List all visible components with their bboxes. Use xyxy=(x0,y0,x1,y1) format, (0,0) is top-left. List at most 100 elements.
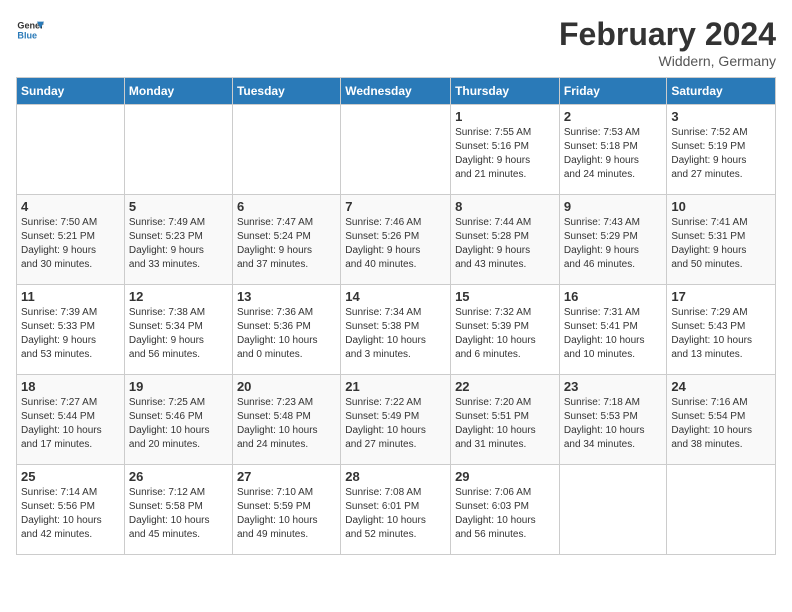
logo: General Blue xyxy=(16,16,44,44)
day-number: 9 xyxy=(564,199,663,214)
day-number: 6 xyxy=(237,199,336,214)
calendar-cell: 1 Sunrise: 7:55 AM Sunset: 5:16 PM Daylig… xyxy=(451,105,560,195)
calendar-cell: 8 Sunrise: 7:44 AM Sunset: 5:28 PM Daylig… xyxy=(451,195,560,285)
day-header-saturday: Saturday xyxy=(667,78,776,105)
calendar-cell: 24 Sunrise: 7:16 AM Sunset: 5:54 PM Dayli… xyxy=(667,375,776,465)
cell-info: Sunrise: 7:31 AM Sunset: 5:41 PM Dayligh… xyxy=(564,306,663,362)
day-number: 15 xyxy=(455,289,555,304)
day-number: 8 xyxy=(455,199,555,214)
cell-info: Sunrise: 7:25 AM Sunset: 5:46 PM Dayligh… xyxy=(129,396,228,452)
day-number: 27 xyxy=(237,469,336,484)
cell-info: Sunrise: 7:06 AM Sunset: 6:03 PM Dayligh… xyxy=(455,486,555,542)
calendar-cell: 21 Sunrise: 7:22 AM Sunset: 5:49 PM Dayli… xyxy=(341,375,451,465)
day-number: 28 xyxy=(345,469,446,484)
cell-info: Sunrise: 7:55 AM Sunset: 5:16 PM Dayligh… xyxy=(455,126,555,182)
calendar-week-row: 18 Sunrise: 7:27 AM Sunset: 5:44 PM Dayli… xyxy=(17,375,776,465)
calendar-cell: 5Sunrise: 7:49 AM Sunset: 5:23 PM Daylig… xyxy=(124,195,232,285)
day-header-monday: Monday xyxy=(124,78,232,105)
calendar-cell: 2 Sunrise: 7:53 AM Sunset: 5:18 PM Daylig… xyxy=(559,105,667,195)
calendar-cell xyxy=(341,105,451,195)
calendar-week-row: 11 Sunrise: 7:39 AM Sunset: 5:33 PM Dayli… xyxy=(17,285,776,375)
calendar-cell: 6 Sunrise: 7:47 AM Sunset: 5:24 PM Daylig… xyxy=(232,195,340,285)
day-number: 12 xyxy=(129,289,228,304)
calendar-cell xyxy=(124,105,232,195)
calendar-cell: 7Sunrise: 7:46 AM Sunset: 5:26 PM Daylig… xyxy=(341,195,451,285)
cell-info: Sunrise: 7:52 AM Sunset: 5:19 PM Dayligh… xyxy=(671,126,771,182)
calendar-cell: 19 Sunrise: 7:25 AM Sunset: 5:46 PM Dayli… xyxy=(124,375,232,465)
logo-icon: General Blue xyxy=(16,16,44,44)
calendar-cell: 13Sunrise: 7:36 AM Sunset: 5:36 PM Dayli… xyxy=(232,285,340,375)
day-number: 4 xyxy=(21,199,120,214)
cell-info: Sunrise: 7:22 AM Sunset: 5:49 PM Dayligh… xyxy=(345,396,446,452)
day-number: 5 xyxy=(129,199,228,214)
cell-info: Sunrise: 7:53 AM Sunset: 5:18 PM Dayligh… xyxy=(564,126,663,182)
calendar-header-row: SundayMondayTuesdayWednesdayThursdayFrid… xyxy=(17,78,776,105)
location-subtitle: Widdern, Germany xyxy=(559,53,776,69)
day-header-thursday: Thursday xyxy=(451,78,560,105)
cell-info: Sunrise: 7:50 AM Sunset: 5:21 PM Dayligh… xyxy=(21,216,120,272)
day-header-sunday: Sunday xyxy=(17,78,125,105)
cell-info: Sunrise: 7:43 AM Sunset: 5:29 PM Dayligh… xyxy=(564,216,663,272)
day-number: 18 xyxy=(21,379,120,394)
calendar-cell: 28 Sunrise: 7:08 AM Sunset: 6:01 PM Dayli… xyxy=(341,465,451,555)
day-number: 24 xyxy=(671,379,771,394)
day-number: 29 xyxy=(455,469,555,484)
calendar-cell: 20 Sunrise: 7:23 AM Sunset: 5:48 PM Dayli… xyxy=(232,375,340,465)
calendar-cell: 9 Sunrise: 7:43 AM Sunset: 5:29 PM Daylig… xyxy=(559,195,667,285)
calendar-cell: 11 Sunrise: 7:39 AM Sunset: 5:33 PM Dayli… xyxy=(17,285,125,375)
calendar-cell: 12 Sunrise: 7:38 AM Sunset: 5:34 PM Dayli… xyxy=(124,285,232,375)
calendar-cell: 4 Sunrise: 7:50 AM Sunset: 5:21 PM Daylig… xyxy=(17,195,125,285)
calendar-cell: 23Sunrise: 7:18 AM Sunset: 5:53 PM Dayli… xyxy=(559,375,667,465)
calendar-cell: 26Sunrise: 7:12 AM Sunset: 5:58 PM Dayli… xyxy=(124,465,232,555)
day-number: 1 xyxy=(455,109,555,124)
day-number: 14 xyxy=(345,289,446,304)
cell-info: Sunrise: 7:47 AM Sunset: 5:24 PM Dayligh… xyxy=(237,216,336,272)
calendar-cell: 3Sunrise: 7:52 AM Sunset: 5:19 PM Daylig… xyxy=(667,105,776,195)
calendar-cell: 10 Sunrise: 7:41 AM Sunset: 5:31 PM Dayli… xyxy=(667,195,776,285)
month-year-title: February 2024 xyxy=(559,16,776,53)
calendar-cell: 17Sunrise: 7:29 AM Sunset: 5:43 PM Dayli… xyxy=(667,285,776,375)
day-number: 2 xyxy=(564,109,663,124)
day-number: 22 xyxy=(455,379,555,394)
day-number: 20 xyxy=(237,379,336,394)
day-number: 19 xyxy=(129,379,228,394)
cell-info: Sunrise: 7:39 AM Sunset: 5:33 PM Dayligh… xyxy=(21,306,120,362)
day-number: 21 xyxy=(345,379,446,394)
day-header-wednesday: Wednesday xyxy=(341,78,451,105)
day-number: 17 xyxy=(671,289,771,304)
cell-info: Sunrise: 7:41 AM Sunset: 5:31 PM Dayligh… xyxy=(671,216,771,272)
calendar-cell: 15 Sunrise: 7:32 AM Sunset: 5:39 PM Dayli… xyxy=(451,285,560,375)
cell-info: Sunrise: 7:12 AM Sunset: 5:58 PM Dayligh… xyxy=(129,486,228,542)
calendar-week-row: 25 Sunrise: 7:14 AM Sunset: 5:56 PM Dayli… xyxy=(17,465,776,555)
calendar-week-row: 4 Sunrise: 7:50 AM Sunset: 5:21 PM Daylig… xyxy=(17,195,776,285)
cell-info: Sunrise: 7:27 AM Sunset: 5:44 PM Dayligh… xyxy=(21,396,120,452)
cell-info: Sunrise: 7:10 AM Sunset: 5:59 PM Dayligh… xyxy=(237,486,336,542)
cell-info: Sunrise: 7:08 AM Sunset: 6:01 PM Dayligh… xyxy=(345,486,446,542)
cell-info: Sunrise: 7:32 AM Sunset: 5:39 PM Dayligh… xyxy=(455,306,555,362)
day-number: 13 xyxy=(237,289,336,304)
cell-info: Sunrise: 7:34 AM Sunset: 5:38 PM Dayligh… xyxy=(345,306,446,362)
day-number: 10 xyxy=(671,199,771,214)
calendar-table: SundayMondayTuesdayWednesdayThursdayFrid… xyxy=(16,77,776,555)
calendar-cell: 16 Sunrise: 7:31 AM Sunset: 5:41 PM Dayli… xyxy=(559,285,667,375)
day-header-tuesday: Tuesday xyxy=(232,78,340,105)
page-header: General Blue February 2024 Widdern, Germ… xyxy=(16,16,776,69)
day-number: 16 xyxy=(564,289,663,304)
calendar-cell: 22 Sunrise: 7:20 AM Sunset: 5:51 PM Dayli… xyxy=(451,375,560,465)
cell-info: Sunrise: 7:23 AM Sunset: 5:48 PM Dayligh… xyxy=(237,396,336,452)
cell-info: Sunrise: 7:20 AM Sunset: 5:51 PM Dayligh… xyxy=(455,396,555,452)
day-number: 23 xyxy=(564,379,663,394)
cell-info: Sunrise: 7:14 AM Sunset: 5:56 PM Dayligh… xyxy=(21,486,120,542)
calendar-week-row: 1 Sunrise: 7:55 AM Sunset: 5:16 PM Daylig… xyxy=(17,105,776,195)
day-number: 25 xyxy=(21,469,120,484)
calendar-cell: 14 Sunrise: 7:34 AM Sunset: 5:38 PM Dayli… xyxy=(341,285,451,375)
day-number: 11 xyxy=(21,289,120,304)
cell-info: Sunrise: 7:44 AM Sunset: 5:28 PM Dayligh… xyxy=(455,216,555,272)
cell-info: Sunrise: 7:38 AM Sunset: 5:34 PM Dayligh… xyxy=(129,306,228,362)
calendar-cell xyxy=(17,105,125,195)
calendar-cell: 27 Sunrise: 7:10 AM Sunset: 5:59 PM Dayli… xyxy=(232,465,340,555)
calendar-cell: 29 Sunrise: 7:06 AM Sunset: 6:03 PM Dayli… xyxy=(451,465,560,555)
cell-info: Sunrise: 7:16 AM Sunset: 5:54 PM Dayligh… xyxy=(671,396,771,452)
calendar-cell xyxy=(559,465,667,555)
calendar-cell: 18 Sunrise: 7:27 AM Sunset: 5:44 PM Dayli… xyxy=(17,375,125,465)
